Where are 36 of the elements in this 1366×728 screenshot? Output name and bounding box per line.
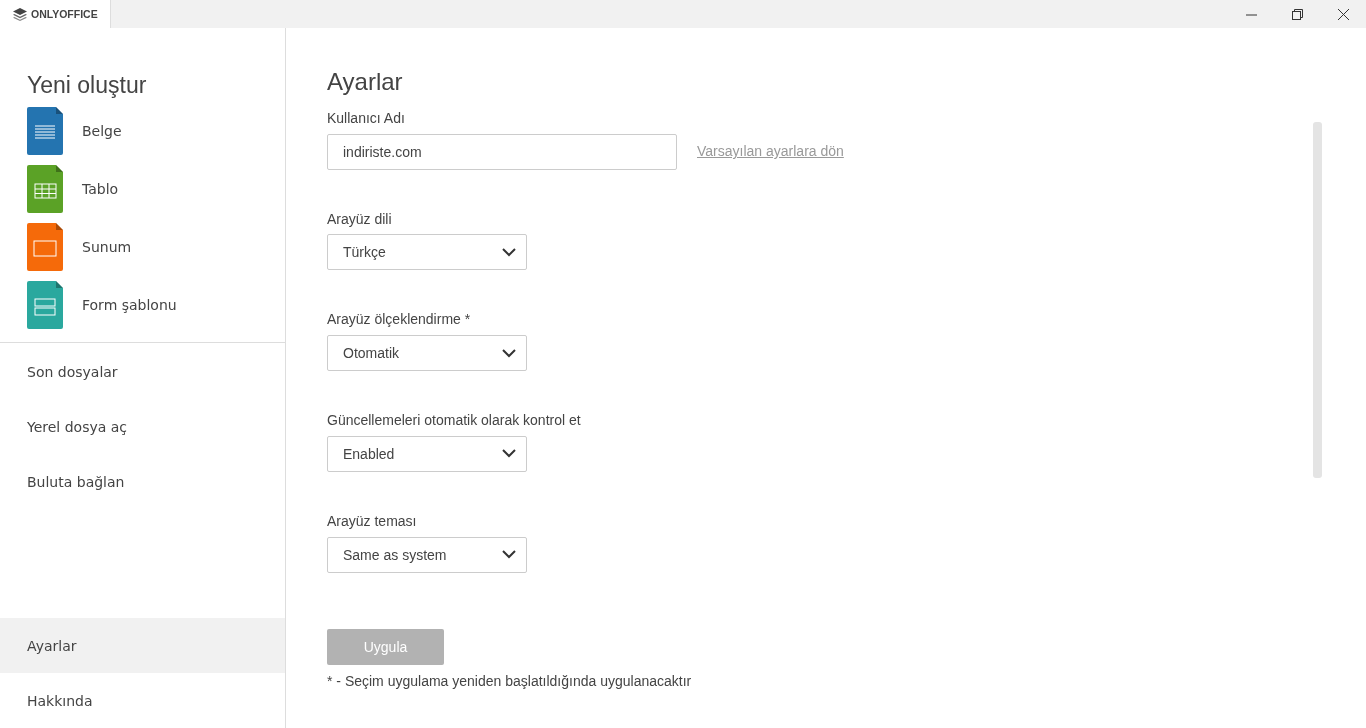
- chevron-down-icon: [502, 550, 516, 560]
- field-label: Kullanıcı Adı: [327, 109, 406, 127]
- form-file-icon: [27, 281, 63, 329]
- settings-title: Ayarlar: [327, 68, 404, 97]
- create-item-label[interactable]: Tablo: [82, 181, 119, 197]
- spreadsheet-file-icon: [27, 165, 63, 213]
- sidebar-item[interactable]: Buluta bağlan: [0, 454, 285, 509]
- dropdown[interactable]: Same as system: [327, 536, 527, 573]
- dropdown[interactable]: Enabled: [327, 436, 527, 472]
- layers-logo-icon: [13, 7, 27, 21]
- create-item-label[interactable]: Form şablonu: [82, 297, 177, 313]
- app-tab[interactable]: ONLYOFFICE: [0, 0, 111, 28]
- field-label: Arayüz ölçeklendirme *: [327, 311, 472, 329]
- field-label: Güncellemeleri otomatik olarak kontrol et: [327, 412, 582, 429]
- dropdown[interactable]: Otomatik: [327, 335, 527, 372]
- document-file-icon: [27, 107, 63, 155]
- field-label: Arayüz teması: [327, 513, 418, 530]
- field-label: Arayüz dili: [327, 210, 393, 228]
- sidebar-item[interactable]: Ayarlar: [0, 618, 285, 673]
- app-logo-text: ONLYOFFICE: [31, 8, 98, 20]
- username-field[interactable]: indiriste.com: [327, 133, 677, 170]
- dropdown[interactable]: Türkçe: [327, 234, 527, 271]
- sidebar-item[interactable]: Yerel dosya aç: [0, 399, 285, 454]
- sidebar-item[interactable]: Son dosyalar: [0, 344, 285, 399]
- presentation-file-icon: [27, 223, 63, 271]
- restart-note: * - Seçim uygulama yeniden başlatıldığında uygulanacaktır: [327, 672, 693, 690]
- chevron-down-icon: [502, 348, 516, 358]
- sidebar-item[interactable]: Hakkında: [0, 673, 285, 728]
- close-icon: [1337, 8, 1349, 20]
- restore-icon: [1291, 8, 1303, 20]
- create-item-label[interactable]: Sunum: [82, 239, 132, 255]
- chevron-down-icon: [502, 247, 516, 257]
- scrollbar[interactable]: [1313, 122, 1322, 478]
- chevron-down-icon: [502, 449, 516, 459]
- create-item-label[interactable]: Belge: [82, 123, 122, 139]
- create-title: Yeni oluştur: [27, 72, 148, 99]
